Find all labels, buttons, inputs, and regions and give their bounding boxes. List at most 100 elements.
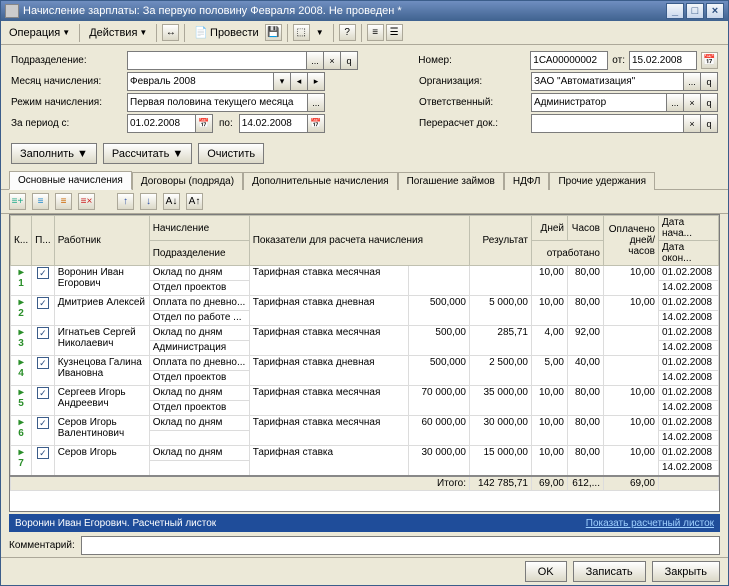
move-down-icon[interactable]: ↓ bbox=[140, 193, 157, 210]
col-p[interactable]: П... bbox=[32, 216, 55, 266]
input-subdivision[interactable] bbox=[127, 51, 307, 70]
table-row[interactable]: ▸7✓Серов ИгорьОклад по днямТарифная став… bbox=[11, 446, 719, 461]
input-period-to[interactable] bbox=[239, 114, 308, 133]
select-resp-button[interactable]: ... bbox=[667, 93, 684, 112]
row-checkbox[interactable]: ✓ bbox=[32, 296, 55, 326]
edit-row-icon[interactable]: ≡ bbox=[55, 193, 72, 210]
title-bar[interactable]: Начисление зарплаты: За первую половину … bbox=[1, 1, 728, 21]
menu-operation[interactable]: Операция▼ bbox=[5, 25, 74, 41]
col-d1[interactable]: Дата нача... bbox=[659, 216, 719, 241]
select-subdivision-button[interactable]: ... bbox=[307, 51, 324, 70]
copy-row-icon[interactable]: ≡ bbox=[32, 193, 49, 210]
cell-date-start: 01.02.2008 bbox=[659, 386, 719, 401]
month-prev-button[interactable]: ◂ bbox=[291, 72, 308, 91]
row-checkbox[interactable]: ✓ bbox=[32, 416, 55, 446]
menu-actions[interactable]: Действия▼ bbox=[85, 25, 151, 41]
row-checkbox[interactable]: ✓ bbox=[32, 266, 55, 296]
goto-icon[interactable]: ↔ bbox=[162, 24, 179, 41]
label-subdivision: Подразделение: bbox=[11, 55, 121, 66]
clear-button[interactable]: Очистить bbox=[198, 143, 264, 164]
move-up-icon[interactable]: ↑ bbox=[117, 193, 134, 210]
write-icon[interactable]: 💾 bbox=[265, 24, 282, 41]
col-emp[interactable]: Работник bbox=[54, 216, 149, 266]
col-k[interactable]: К... bbox=[11, 216, 32, 266]
input-month[interactable] bbox=[127, 72, 274, 91]
sort-desc-icon[interactable]: A↑ bbox=[186, 193, 203, 210]
list-icon[interactable]: ☰ bbox=[386, 24, 403, 41]
col-paid[interactable]: Оплачено дней/часов bbox=[604, 216, 659, 266]
cell-indicator: Тарифная ставка месячная bbox=[249, 416, 408, 446]
fill-button[interactable]: Заполнить▼ bbox=[11, 143, 97, 164]
open-org-button[interactable]: q bbox=[701, 72, 718, 91]
maximize-button[interactable]: □ bbox=[686, 3, 704, 19]
input-recalc[interactable] bbox=[531, 114, 684, 133]
cell-indicator: Тарифная ставка дневная bbox=[249, 296, 408, 326]
tab-main-accruals[interactable]: Основные начисления bbox=[9, 171, 132, 190]
select-mode-button[interactable]: ... bbox=[308, 93, 325, 112]
select-org-button[interactable]: ... bbox=[684, 72, 701, 91]
input-org[interactable] bbox=[531, 72, 684, 91]
comment-input[interactable] bbox=[81, 536, 720, 555]
col-acc[interactable]: Начисление bbox=[149, 216, 249, 241]
help-icon[interactable]: ? bbox=[339, 24, 356, 41]
add-row-icon[interactable]: ≡+ bbox=[9, 193, 26, 210]
ok-button[interactable]: OK bbox=[525, 561, 567, 582]
tab-contracts[interactable]: Договоры (подряда) bbox=[132, 172, 243, 190]
close-footer-button[interactable]: Закрыть bbox=[652, 561, 720, 582]
calc-button[interactable]: Рассчитать▼ bbox=[103, 143, 192, 164]
input-mode[interactable] bbox=[127, 93, 308, 112]
calendar-icon[interactable]: 📅 bbox=[701, 52, 718, 69]
minimize-button[interactable]: _ bbox=[666, 3, 684, 19]
col-d2[interactable]: Дата окон... bbox=[659, 241, 719, 266]
open-resp-button[interactable]: q bbox=[701, 93, 718, 112]
col-res[interactable]: Результат bbox=[470, 216, 532, 266]
cell-subdivision: Отдел по работе ... bbox=[149, 311, 249, 326]
payroll-grid[interactable]: К... П... Работник Начисление Показатели… bbox=[10, 215, 719, 511]
tab-additional[interactable]: Дополнительные начисления bbox=[243, 172, 398, 190]
label-resp: Ответственный: bbox=[419, 97, 527, 108]
tab-other[interactable]: Прочие удержания bbox=[549, 172, 655, 190]
table-row[interactable]: ▸6✓Серов Игорь ВалентиновичОклад по дням… bbox=[11, 416, 719, 431]
structure-icon[interactable]: ⬚ bbox=[293, 24, 310, 41]
month-spindown[interactable]: ▾ bbox=[274, 72, 291, 91]
tab-loans[interactable]: Погашение займов bbox=[398, 172, 504, 190]
row-checkbox[interactable]: ✓ bbox=[32, 326, 55, 356]
clear-subdivision-button[interactable]: × bbox=[324, 51, 341, 70]
open-subdivision-button[interactable]: q bbox=[341, 51, 358, 70]
delete-row-icon[interactable]: ≡× bbox=[78, 193, 95, 210]
tab-ndfl[interactable]: НДФЛ bbox=[504, 172, 550, 190]
show-payslip-link[interactable]: Показать расчетный листок bbox=[586, 518, 714, 529]
cell-indicator-val: 500,000 bbox=[409, 356, 470, 386]
close-button[interactable]: × bbox=[706, 3, 724, 19]
col-ind[interactable]: Показатели для расчета начисления bbox=[249, 216, 469, 266]
save-button[interactable]: Записать bbox=[573, 561, 646, 582]
clear-recalc-button[interactable]: × bbox=[684, 114, 701, 133]
input-date[interactable] bbox=[629, 51, 697, 70]
menu-post[interactable]: 📄Провести bbox=[190, 24, 262, 41]
table-row[interactable]: ▸2✓Дмитриев АлексейОплата по дневно...Та… bbox=[11, 296, 719, 311]
col-sub[interactable]: Подразделение bbox=[149, 241, 249, 266]
col-hours[interactable]: Часов bbox=[568, 216, 604, 241]
row-checkbox[interactable]: ✓ bbox=[32, 386, 55, 416]
table-row[interactable]: ▸3✓Игнатьев Сергей НиколаевичОклад по дн… bbox=[11, 326, 719, 341]
sort-icon[interactable]: ≡ bbox=[367, 24, 384, 41]
sort-asc-icon[interactable]: A↓ bbox=[163, 193, 180, 210]
input-number[interactable] bbox=[530, 51, 608, 70]
row-checkbox[interactable]: ✓ bbox=[32, 446, 55, 476]
cell-result: 5 000,00 bbox=[470, 296, 532, 326]
month-next-button[interactable]: ▸ bbox=[308, 72, 325, 91]
table-row[interactable]: ▸4✓Кузнецова Галина ИвановнаОплата по дн… bbox=[11, 356, 719, 371]
input-resp[interactable] bbox=[531, 93, 667, 112]
input-period-from[interactable] bbox=[127, 114, 196, 133]
clear-resp-button[interactable]: × bbox=[684, 93, 701, 112]
row-checkbox[interactable]: ✓ bbox=[32, 356, 55, 386]
col-worked[interactable]: отработано bbox=[532, 241, 604, 266]
cell-indicator-val: 30 000,00 bbox=[409, 446, 470, 476]
table-row[interactable]: ▸5✓Сергеев Игорь АндреевичОклад по днямТ… bbox=[11, 386, 719, 401]
col-days[interactable]: Дней bbox=[532, 216, 568, 241]
calendar-to-icon[interactable]: 📅 bbox=[308, 114, 325, 133]
calendar-from-icon[interactable]: 📅 bbox=[196, 114, 213, 133]
open-recalc-button[interactable]: q bbox=[701, 114, 718, 133]
table-row[interactable]: ▸1✓Воронин Иван ЕгоровичОклад по днямТар… bbox=[11, 266, 719, 281]
report-dropdown[interactable]: ▼ bbox=[312, 26, 328, 39]
